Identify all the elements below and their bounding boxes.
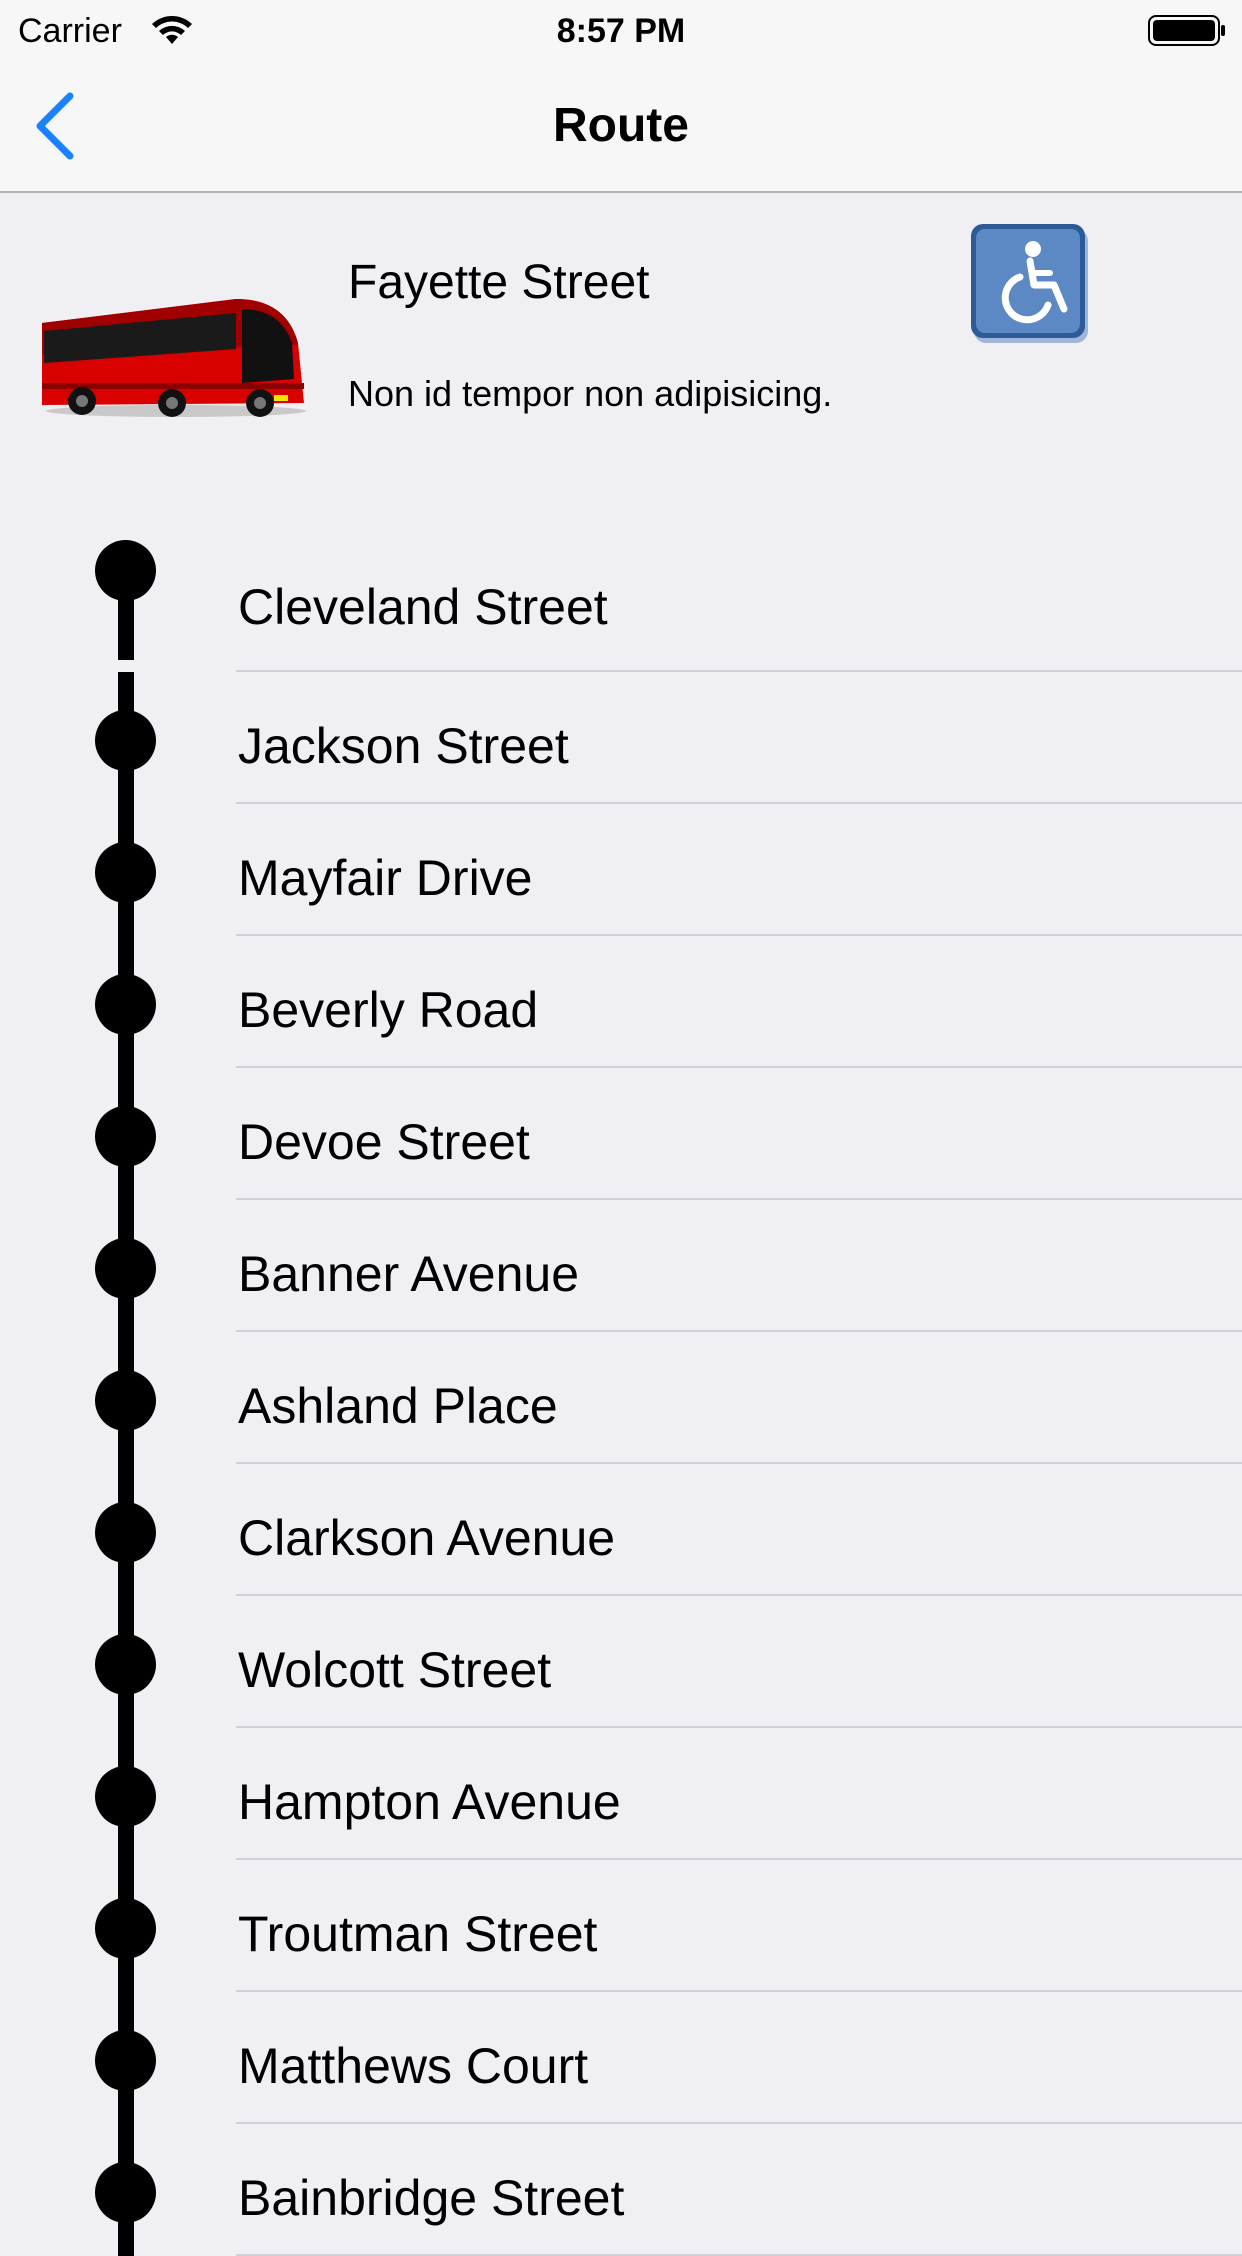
stop-name: Banner Avenue [238, 1246, 580, 1302]
stop-name: Ashland Place [238, 1378, 558, 1434]
stop-row[interactable]: Hampton Avenue [0, 1728, 1242, 1860]
stop-name: Beverly Road [238, 982, 539, 1038]
stop-row[interactable]: Jackson Street [0, 672, 1242, 804]
stop-name: Jackson Street [238, 718, 569, 774]
stop-name: Matthews Court [238, 2038, 589, 2094]
stop-name: Cleveland Street [238, 579, 608, 635]
stop-row[interactable]: Devoe Street [0, 1068, 1242, 1200]
status-bar: Carrier 8:57 PM [0, 0, 1242, 60]
stop-dot-icon [95, 1634, 156, 1695]
stop-name: Wolcott Street [238, 1642, 552, 1698]
bus-image [36, 283, 316, 428]
stop-dot-icon [95, 2162, 156, 2223]
stop-dot-icon [95, 540, 156, 601]
stop-row[interactable]: Clarkson Avenue [0, 1464, 1242, 1596]
stop-name: Troutman Street [238, 1906, 598, 1962]
stop-dot-icon [95, 1898, 156, 1959]
stop-dot-icon [95, 710, 156, 771]
stop-row[interactable]: Ashland Place [0, 1332, 1242, 1464]
stop-dot-icon [95, 1106, 156, 1167]
route-name: Fayette Street [348, 256, 650, 309]
stop-dot-icon [95, 1370, 156, 1431]
route-description: Non id tempor non adipisicing. [348, 373, 833, 414]
stop-row[interactable]: Mayfair Drive [0, 804, 1242, 936]
stop-row[interactable]: Wolcott Street [0, 1596, 1242, 1728]
stop-dot-icon [95, 1238, 156, 1299]
page-title: Route [553, 99, 689, 152]
stop-row[interactable]: Cleveland Street [0, 528, 1242, 672]
stop-dot-icon [95, 842, 156, 903]
stop-name: Clarkson Avenue [238, 1510, 616, 1566]
status-time: 8:57 PM [556, 12, 686, 50]
stop-row[interactable]: Matthews Court [0, 1992, 1242, 2124]
route-header: Fayette Street Non id tempor non adipisi… [0, 193, 1242, 493]
stop-dot-icon [95, 974, 156, 1035]
navigation-bar: Route [0, 60, 1242, 193]
battery-icon [1148, 14, 1226, 53]
stop-dot-icon [95, 1766, 156, 1827]
stop-name: Mayfair Drive [238, 850, 533, 906]
stop-list: Cleveland Street Jackson Street Mayfair Dr… [0, 528, 1242, 2256]
stop-dot-icon [95, 2030, 156, 2091]
stop-dot-icon [95, 1502, 156, 1563]
stop-name: Devoe Street [238, 1114, 530, 1170]
stop-row[interactable]: Bainbridge Street [0, 2124, 1242, 2256]
stop-row[interactable]: Troutman Street [0, 1860, 1242, 1992]
stop-name: Hampton Avenue [238, 1774, 621, 1830]
stop-name: Bainbridge Street [238, 2170, 625, 2226]
stop-row[interactable]: Beverly Road [0, 936, 1242, 1068]
wheelchair-accessible-icon [970, 223, 1090, 350]
stop-row[interactable]: Banner Avenue [0, 1200, 1242, 1332]
